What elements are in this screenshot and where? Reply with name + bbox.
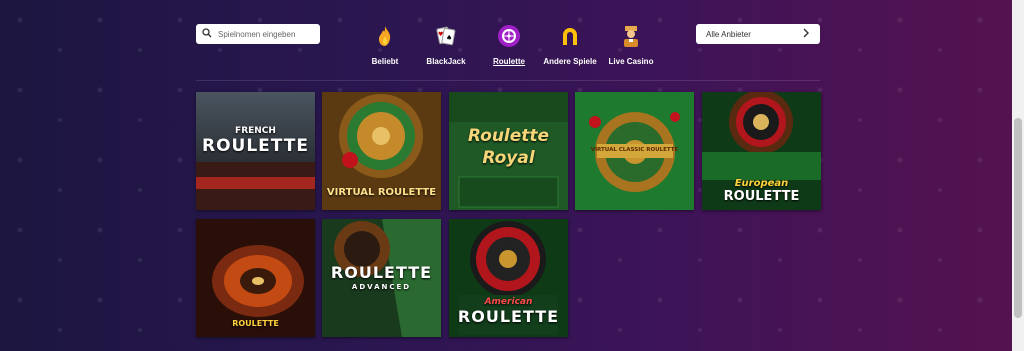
provider-dropdown[interactable]: Alle Anbieter: [696, 24, 820, 44]
game-subtitle: ADVANCED: [351, 283, 412, 291]
game-tile-french-roulette[interactable]: FRENCH ROULETTE: [196, 92, 315, 210]
game-title: Roulette: [467, 126, 550, 146]
game-title: ROULETTE: [330, 263, 433, 282]
category-live-casino[interactable]: Live Casino: [596, 24, 666, 66]
search-icon: [202, 25, 212, 43]
category-roulette[interactable]: Roulette: [474, 24, 544, 66]
roulette-icon: [497, 24, 521, 48]
game-tile-virtual-roulette[interactable]: VIRTUAL ROULETTE: [322, 92, 441, 210]
divider: [196, 80, 820, 81]
game-title-top: FRENCH: [235, 126, 276, 136]
game-title: VIRTUAL CLASSIC ROULETTE: [590, 147, 679, 153]
game-tile-roulette-royal[interactable]: Roulette Royal: [449, 92, 568, 210]
game-tile-roulette[interactable]: ROULETTE: [196, 219, 315, 337]
category-label: BlackJack: [426, 57, 466, 66]
provider-label: Alle Anbieter: [706, 29, 751, 39]
game-search-box[interactable]: [196, 24, 320, 44]
game-tile-roulette-advanced[interactable]: ROULETTE ADVANCED: [322, 219, 441, 337]
category-label: Roulette: [493, 57, 525, 66]
category-andere-spiele[interactable]: Andere Spiele: [535, 24, 605, 66]
game-title: ROULETTE: [232, 319, 279, 328]
game-title: ROULETTE: [723, 189, 800, 204]
category-nav: Beliebt ♠ ♥ BlackJack Roulette Andere Spi…: [360, 24, 670, 74]
game-tile-virtual-classic-roulette[interactable]: VIRTUAL CLASSIC ROULETTE: [575, 92, 694, 210]
cards-icon: ♠ ♥: [434, 24, 458, 48]
game-title: VIRTUAL ROULETTE: [326, 187, 437, 198]
flame-icon: [373, 24, 397, 48]
category-label: Andere Spiele: [543, 57, 597, 66]
page-scrollbar[interactable]: [1012, 0, 1024, 351]
game-title-top: European: [734, 178, 789, 189]
category-blackjack[interactable]: ♠ ♥ BlackJack: [411, 24, 481, 66]
game-title-top: American: [484, 297, 533, 307]
game-tile-european-roulette[interactable]: European ROULETTE: [702, 92, 821, 210]
svg-text:♠: ♠: [446, 34, 452, 42]
search-input[interactable]: [216, 28, 320, 40]
game-title: ROULETTE: [457, 307, 560, 326]
horseshoe-icon: [558, 24, 582, 48]
dealer-icon: [619, 24, 643, 48]
category-label: Beliebt: [371, 57, 399, 66]
game-subtitle: Royal: [482, 148, 535, 168]
game-title: ROULETTE: [202, 136, 309, 156]
category-beliebt[interactable]: Beliebt: [350, 24, 420, 66]
game-tile-american-roulette[interactable]: American ROULETTE: [449, 219, 568, 337]
chevron-right-icon: [802, 28, 810, 40]
scrollbar-thumb[interactable]: [1014, 118, 1022, 318]
category-label: Live Casino: [608, 57, 654, 66]
svg-text:♥: ♥: [438, 31, 443, 38]
